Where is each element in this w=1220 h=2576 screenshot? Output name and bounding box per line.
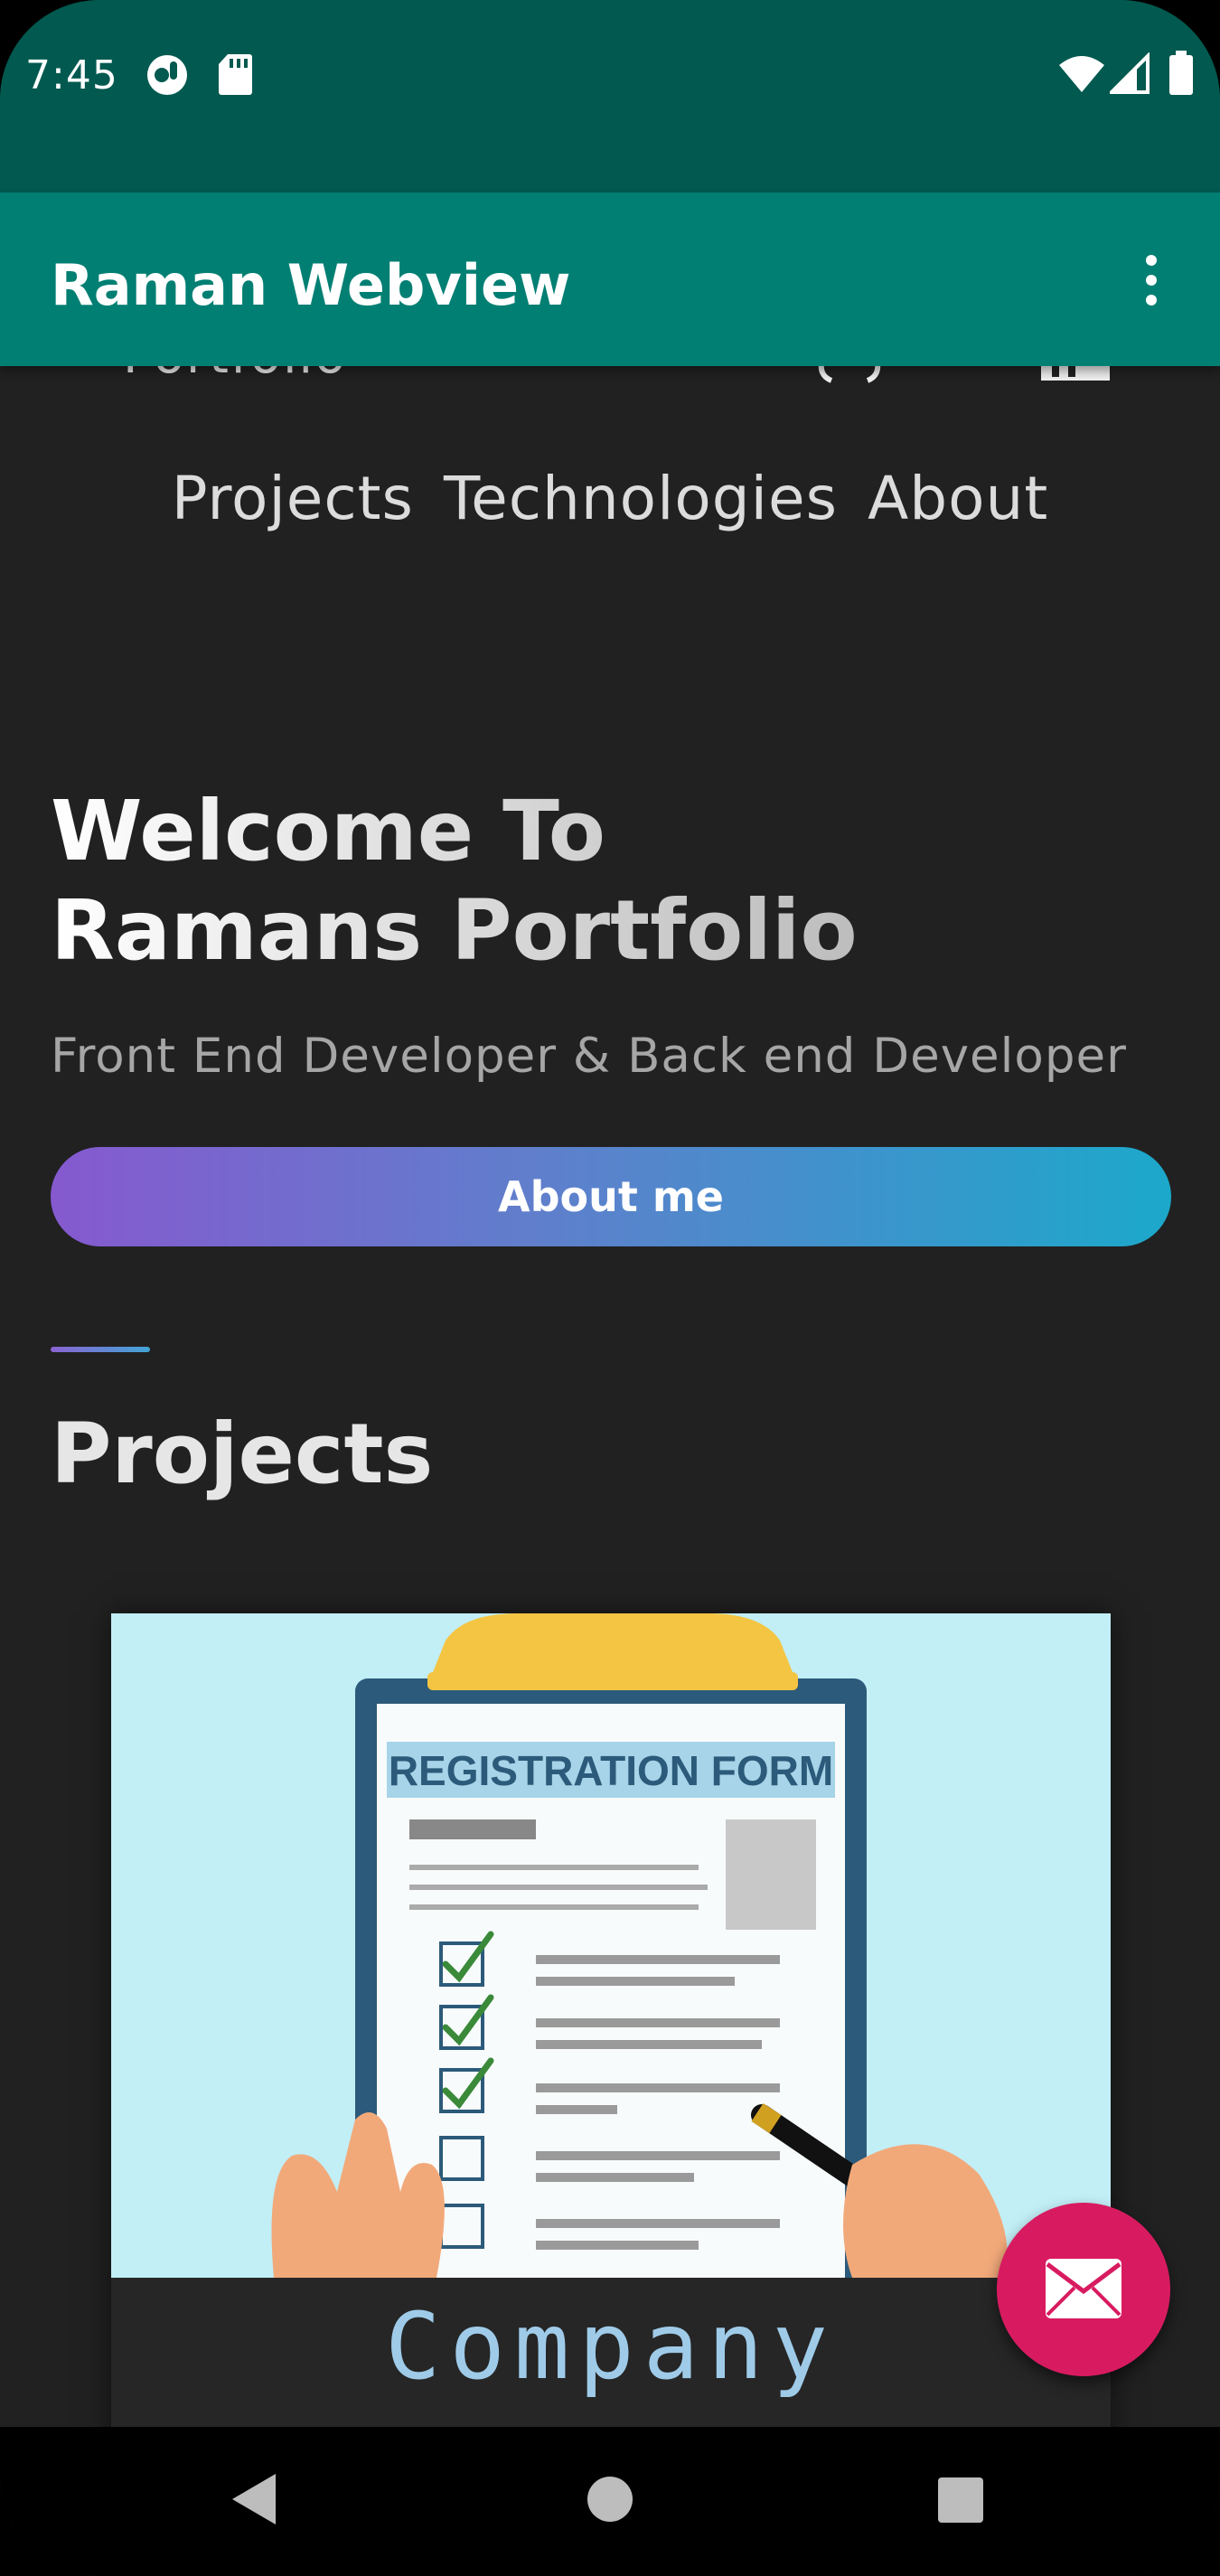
- more-vert-icon[interactable]: [1133, 253, 1169, 307]
- assistant-icon: [147, 55, 187, 95]
- registration-form-illustration: REGISTRATION FORM: [111, 1613, 1111, 2278]
- hero-subtitle: Front End Developer & Back end Developer: [51, 1029, 1127, 1084]
- mail-icon: [1046, 2259, 1121, 2318]
- recents-icon[interactable]: [937, 2477, 984, 2524]
- project-card[interactable]: REGISTRATION FORM Company: [111, 1613, 1111, 2427]
- projects-heading: Projects: [51, 1406, 434, 1502]
- hero-title-line-2: Ramans Portfolio: [51, 882, 858, 979]
- phone-screen: 7:45 Raman Webview Projects Technologies…: [0, 0, 1220, 2576]
- project-image[interactable]: REGISTRATION FORM: [111, 1613, 1111, 2278]
- app-title: Raman Webview: [51, 252, 571, 318]
- back-icon[interactable]: [230, 2472, 277, 2526]
- project-card-title[interactable]: Company: [111, 2293, 1111, 2401]
- sd-card-icon: [219, 54, 252, 95]
- status-time: 7:45: [25, 52, 118, 99]
- home-icon[interactable]: [586, 2475, 634, 2524]
- hero-title: Welcome To Ramans Portfolio: [51, 782, 858, 981]
- hero-title-line-1: Welcome To: [51, 783, 605, 879]
- nav-link-projects[interactable]: Projects: [172, 464, 414, 533]
- about-me-button[interactable]: About me: [51, 1147, 1171, 1246]
- webview-content: Portfolio Projects Technologies About We…: [0, 366, 1220, 2427]
- system-nav-bar: [0, 2427, 1220, 2576]
- status-bar: 7:45: [0, 0, 1220, 193]
- signal-icon: [1110, 52, 1150, 94]
- illustration-caption: REGISTRATION FORM: [389, 1747, 833, 1794]
- linkedin-icon[interactable]: [1039, 366, 1112, 384]
- site-nav: Projects Technologies About: [0, 464, 1220, 533]
- mail-fab-button[interactable]: [997, 2203, 1170, 2376]
- app-bar: Raman Webview: [0, 193, 1220, 366]
- nav-link-technologies[interactable]: Technologies: [444, 464, 838, 533]
- wifi-icon: [1059, 56, 1104, 92]
- section-divider: [51, 1347, 150, 1352]
- battery-icon: [1169, 51, 1193, 95]
- nav-link-about[interactable]: About: [868, 464, 1048, 533]
- github-icon[interactable]: [813, 366, 886, 384]
- site-logo-text[interactable]: Portfolio: [123, 366, 347, 385]
